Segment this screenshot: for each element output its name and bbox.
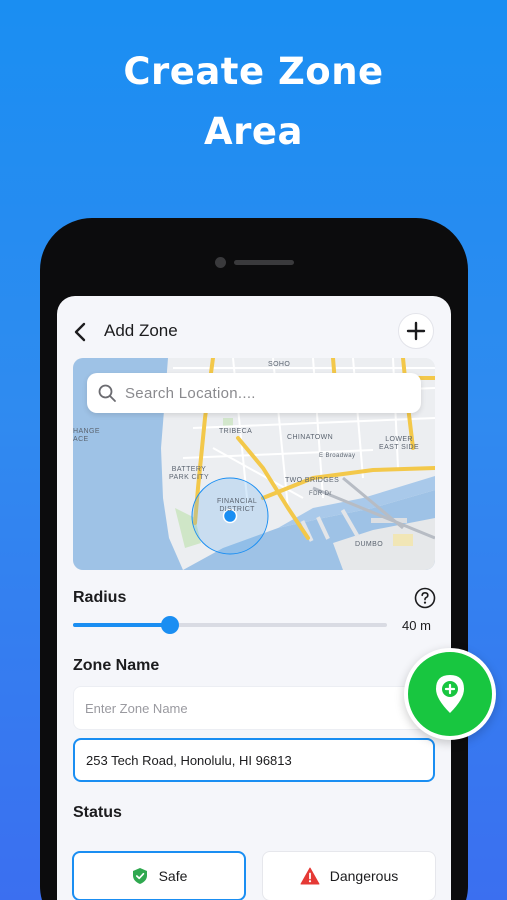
radius-value: 40 m (402, 618, 431, 633)
zone-name-label: Zone Name (73, 657, 160, 674)
status-safe-button[interactable]: Safe (72, 851, 246, 900)
status-dangerous-button[interactable]: Dangerous (262, 851, 436, 900)
headline: Create Zone Area (0, 42, 507, 162)
warning-triangle-icon (300, 867, 320, 885)
help-icon[interactable] (414, 587, 436, 609)
map-pin-plus-icon (436, 675, 464, 713)
camera-dot (215, 257, 226, 268)
search-box (87, 373, 421, 413)
zone-name-input[interactable] (73, 686, 435, 730)
map-label-two-bridges: TWO BRIDGES (285, 477, 340, 484)
map-label-tribeca: TRIBECA (219, 428, 253, 435)
radius-slider[interactable] (73, 616, 387, 634)
map-label-soho: SOHO (268, 361, 291, 368)
map-label-chinatown: CHINATOWN (287, 434, 334, 441)
map-label-broadway: E Broadway (319, 453, 356, 459)
top-bar: Add Zone (57, 296, 451, 366)
status-label: Status (73, 804, 122, 821)
radius-slider-fill (73, 623, 171, 627)
chevron-left-icon[interactable] (71, 320, 91, 344)
search-icon (98, 384, 116, 402)
plus-icon (406, 321, 426, 341)
headline-line-1: Create Zone (123, 50, 384, 93)
status-dangerous-label: Dangerous (329, 868, 399, 884)
map-label-exchange-place: HANGE ACE (73, 428, 100, 443)
headline-line-2: Area (204, 110, 303, 153)
status-safe-label: Safe (158, 868, 188, 884)
map-label-dumbo: DUMBO (355, 541, 384, 548)
map-label-fdr: FDR Dr (309, 491, 332, 497)
add-location-fab[interactable] (404, 648, 496, 740)
map-label-lower-east-side: LOWER EAST SIDE (379, 436, 420, 451)
map-view[interactable]: SOHO TRIBECA CHINATOWN LOWER EAST SIDE B… (73, 358, 435, 570)
shield-check-icon (131, 867, 149, 885)
phone-frame: Add Zone SOHO TRIBECA CHINATOWN LOWER EA… (40, 218, 468, 900)
app-screen: Add Zone SOHO TRIBECA CHINATOWN LOWER EA… (57, 296, 451, 900)
address-input[interactable] (73, 738, 435, 782)
map-label-battery-park: BATTERY PARK CITY (169, 466, 210, 481)
radius-slider-thumb[interactable] (161, 616, 180, 634)
speaker-grille (234, 260, 294, 265)
page-title: Add Zone (104, 321, 178, 340)
map-label-financial-district: FINANCIAL DISTRICT (217, 498, 258, 513)
add-button[interactable] (398, 313, 434, 349)
radius-label: Radius (73, 589, 127, 606)
search-input[interactable] (125, 373, 415, 413)
